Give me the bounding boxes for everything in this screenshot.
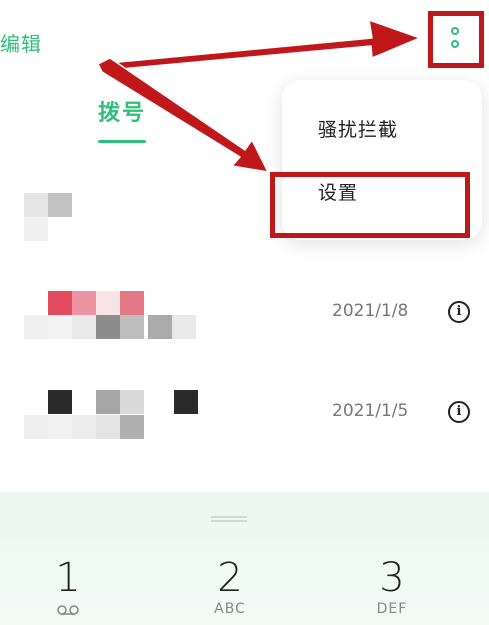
call-date: 2021/1/5 [332,401,409,421]
tab-indicator [98,140,146,143]
edit-button[interactable]: 编辑 [0,28,42,57]
dialpad-drag-handle[interactable] [211,516,247,522]
annotation-highlight-settings [270,172,470,238]
info-icon[interactable]: i [448,301,470,323]
call-log-row[interactable]: 2021/1/5 i [0,375,489,455]
key-digit: 3 [379,555,405,601]
voicemail-icon [56,601,80,615]
tab-dial[interactable]: 拨号 [98,95,146,127]
dialpad-key-1[interactable]: 1 [40,555,96,625]
key-digit: 1 [55,555,81,601]
menu-item-harassment-block[interactable]: 骚扰拦截 [318,115,398,142]
call-log-row[interactable]: 2021/1/8 i [0,275,489,355]
info-icon[interactable]: i [448,401,470,423]
annotation-highlight-more [428,11,484,68]
dialpad-key-2[interactable]: 2 ABC [202,555,258,625]
dialpad-key-3[interactable]: 3 DEF [364,555,420,625]
key-digit: 2 [217,555,243,601]
call-date: 2021/1/8 [332,301,409,321]
key-letters: DEF [376,601,408,617]
key-letters: ABC [214,601,246,617]
